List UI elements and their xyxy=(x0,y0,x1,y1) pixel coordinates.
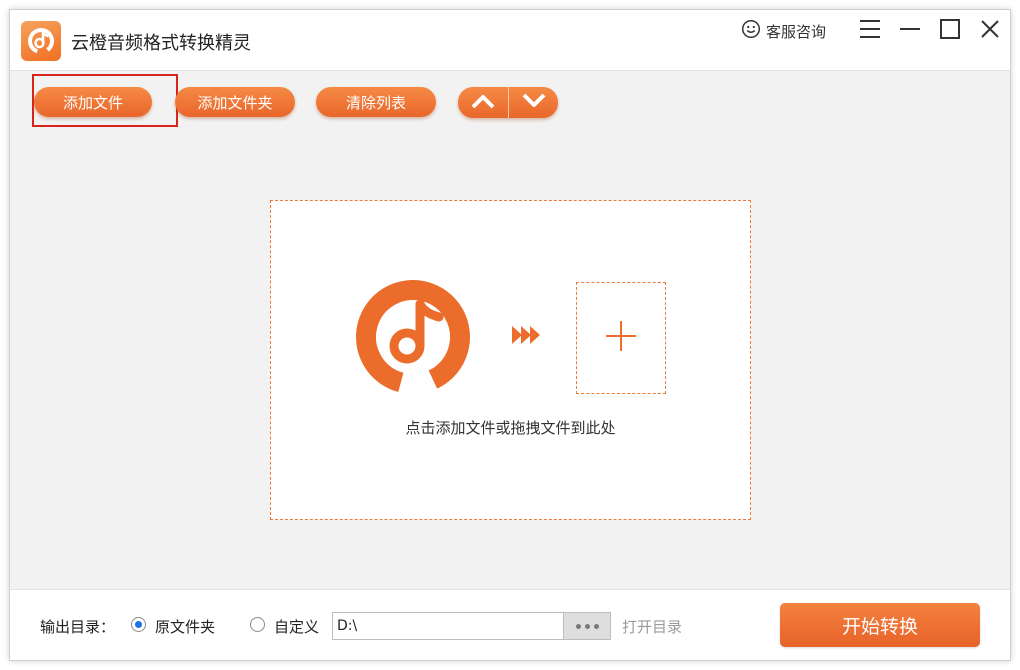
output-bar: 输出目录： 原文件夹 自定义 打开目录 开始转换 xyxy=(10,589,1010,660)
app-window: 云橙音频格式转换精灵 客服咨询 添加文件 添加文件夹 清除列表 点击添加文件或拖… xyxy=(9,9,1011,661)
clear-list-button[interactable]: 清除列表 xyxy=(316,87,436,117)
original-folder-label[interactable]: 原文件夹 xyxy=(155,616,215,637)
drop-hint-text: 点击添加文件或拖拽文件到此处 xyxy=(405,419,616,437)
app-title: 云橙音频格式转换精灵 xyxy=(71,33,251,54)
plus-icon xyxy=(604,319,638,357)
custom-folder-label[interactable]: 自定义 xyxy=(274,616,319,637)
dot xyxy=(593,623,599,629)
file-drop-zone[interactable]: 点击添加文件或拖拽文件到此处 xyxy=(270,200,751,520)
chevron-down-icon xyxy=(521,92,547,114)
chevron-up-icon xyxy=(470,92,496,114)
move-down-button[interactable] xyxy=(508,87,558,118)
title-bar: 云橙音频格式转换精灵 客服咨询 xyxy=(10,10,1010,71)
close-icon xyxy=(979,18,1001,44)
open-directory-link[interactable]: 打开目录 xyxy=(622,616,682,637)
close-button[interactable] xyxy=(977,18,1003,44)
output-directory-label: 输出目录： xyxy=(40,618,116,636)
app-music-logo-icon xyxy=(353,277,473,401)
minimize-button[interactable] xyxy=(897,18,923,44)
app-logo-icon xyxy=(21,21,61,61)
browse-button[interactable] xyxy=(563,612,611,640)
radio-original-folder[interactable] xyxy=(131,617,146,632)
smiley-icon xyxy=(741,19,761,43)
add-target-box[interactable] xyxy=(576,282,666,394)
output-path-field[interactable] xyxy=(332,612,564,640)
reorder-buttons xyxy=(458,87,558,118)
maximize-button[interactable] xyxy=(937,18,963,44)
menu-button[interactable] xyxy=(857,18,883,44)
support-button[interactable]: 客服咨询 xyxy=(741,19,826,43)
dot xyxy=(584,623,590,629)
hamburger-menu-icon xyxy=(859,18,881,44)
maximize-icon xyxy=(939,18,961,44)
minimize-icon xyxy=(899,18,921,44)
add-file-button[interactable]: 添加文件 xyxy=(34,87,152,117)
radio-custom-folder[interactable] xyxy=(250,617,265,632)
dot xyxy=(575,623,581,629)
add-folder-button[interactable]: 添加文件夹 xyxy=(175,87,295,117)
fast-forward-arrows-icon xyxy=(510,323,544,351)
move-up-button[interactable] xyxy=(458,87,508,118)
start-convert-button[interactable]: 开始转换 xyxy=(780,603,980,647)
support-label: 客服咨询 xyxy=(766,22,827,41)
